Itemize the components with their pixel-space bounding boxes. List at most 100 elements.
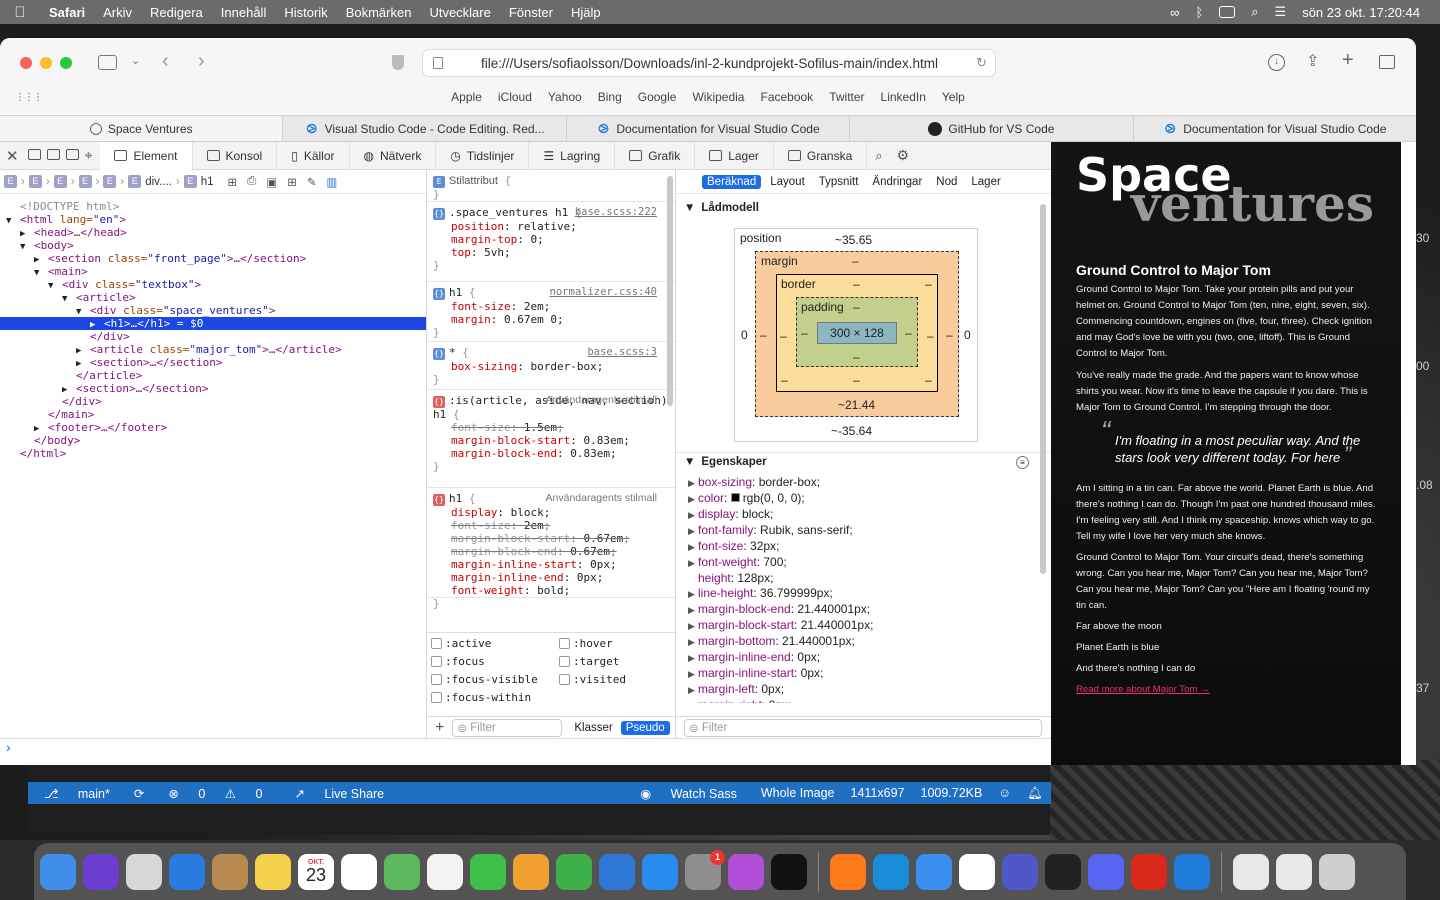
css-declaration[interactable]: font-size: 1.5em; <box>433 421 669 434</box>
pseudo-target[interactable]: :target <box>559 655 619 668</box>
expand-arrow-icon[interactable]: ▶ <box>688 524 698 539</box>
close-window-button[interactable] <box>20 57 32 69</box>
css-declaration[interactable]: margin-top: 0; <box>433 233 669 246</box>
css-declaration[interactable]: margin-block-start: 0.67em; <box>433 532 669 545</box>
dock-bottom-icon[interactable] <box>25 148 44 163</box>
image-kind[interactable]: Whole Image <box>753 786 843 800</box>
checkbox[interactable] <box>559 674 570 685</box>
pencil-icon[interactable]: ✎ <box>307 175 317 189</box>
trash-icon[interactable] <box>1319 853 1355 890</box>
breadcrumb-item-article[interactable]: E <box>103 175 117 188</box>
css-declaration[interactable]: font-size: 2em; <box>433 300 669 313</box>
rule-source-link[interactable]: base.scss:222 <box>575 206 657 218</box>
style-rule[interactable]: {}:is(article, aside, nav, section) h1 {… <box>427 390 675 488</box>
pseudo-focus-visible[interactable]: :focus-visible <box>431 673 538 686</box>
css-declaration[interactable]: margin-inline-end: 0px; <box>433 571 669 584</box>
computed-property[interactable]: ▶ margin-block-start: 21.440001px; <box>676 618 1051 634</box>
reload-icon[interactable]: ↻ <box>976 55 987 71</box>
breadcrumb-item-main[interactable]: E <box>53 175 67 188</box>
menu-historik[interactable]: Historik <box>275 5 336 20</box>
collapse-arrow-icon[interactable]: ▼ <box>48 280 62 293</box>
collapse-arrow-icon[interactable]: ▼ <box>20 241 34 254</box>
back-icon[interactable]: ‹ <box>162 50 169 73</box>
box-model-header[interactable]: ▼ Lådmodell <box>676 202 1051 214</box>
favorite-yahoo[interactable]: Yahoo <box>540 90 590 110</box>
dom-node[interactable]: ▶ <section>…</section> <box>0 382 426 395</box>
chrome-icon[interactable] <box>959 853 995 890</box>
expand-arrow-icon[interactable]: ▶ <box>688 603 698 618</box>
console-prompt[interactable]: › <box>0 738 1051 765</box>
favorite-linkedin[interactable]: LinkedIn <box>873 90 934 110</box>
computed-property[interactable]: ▶ color: rgb(0, 0, 0); <box>676 491 1051 507</box>
teams-icon[interactable] <box>1002 853 1038 890</box>
computed-scrollbar[interactable] <box>1040 204 1046 574</box>
menu-hjalp[interactable]: Hjälp <box>562 5 610 20</box>
github-icon[interactable] <box>1045 853 1081 890</box>
problems-indicator[interactable]: ⊗ 0 ⚠ 0 <box>152 786 278 801</box>
new-tab-icon[interactable]: + <box>1342 49 1354 72</box>
menu-innehall[interactable]: Innehåll <box>212 5 276 20</box>
podcasts-icon[interactable] <box>728 853 764 890</box>
dom-node[interactable]: ▼ <article> <box>0 291 426 304</box>
menu-arkiv[interactable]: Arkiv <box>94 5 141 20</box>
css-declaration[interactable]: margin-block-end: 0.83em; <box>433 447 669 460</box>
tab-andringar[interactable]: Ändringar <box>867 175 927 189</box>
toggle-details-icon[interactable]: ▥ <box>327 175 338 189</box>
tab-granska[interactable]: Granska <box>774 141 868 170</box>
git-branch[interactable]: ⎇ main* <box>28 786 126 801</box>
firefox-icon[interactable] <box>830 853 866 890</box>
favorite-facebook[interactable]: Facebook <box>752 90 821 110</box>
dom-node[interactable]: </article> <box>0 369 426 382</box>
menu-safari[interactable]: Safari <box>40 5 94 20</box>
photos-icon[interactable] <box>427 853 463 890</box>
notes-icon[interactable] <box>255 853 291 890</box>
contacts-icon[interactable] <box>212 853 248 890</box>
collapse-arrow-icon[interactable]: ▼ <box>76 306 90 319</box>
finder-icon[interactable] <box>40 853 76 890</box>
tab-tidslinjer[interactable]: ◷ Tidslinjer <box>436 141 530 170</box>
dom-node[interactable]: </main> <box>0 408 426 421</box>
breadcrumb-item-div[interactable]: div.... <box>145 176 172 188</box>
expand-arrow-icon[interactable]: ▶ <box>688 476 698 491</box>
privacy-shield-icon[interactable] <box>392 55 404 70</box>
detach-icon[interactable] <box>63 148 82 163</box>
appletv-icon[interactable] <box>771 853 807 890</box>
tab-typsnitt[interactable]: Typsnitt <box>814 175 864 189</box>
checkbox[interactable] <box>431 638 442 649</box>
tab-konsol[interactable]: Konsol <box>193 141 278 170</box>
dom-node[interactable]: </div> <box>0 330 426 343</box>
pseudo-hover[interactable]: :hover <box>559 637 613 650</box>
styles-scrollbar[interactable] <box>667 176 673 406</box>
tab-space-ventures[interactable]: Space Ventures <box>0 116 283 141</box>
numbers-icon[interactable] <box>556 853 592 890</box>
rule-source-link[interactable]: base.scss:3 <box>587 346 657 358</box>
tab-vscode-docs[interactable]: ⧁ Documentation for Visual Studio Code <box>565 116 849 141</box>
search-icon[interactable]: ⌕ <box>1251 4 1258 20</box>
computed-property[interactable]: ▶ font-family: Rubik, sans-serif; <box>676 523 1051 539</box>
tab-grafik[interactable]: Grafik <box>615 141 696 170</box>
watch-sass-button[interactable]: ◉ Watch Sass <box>624 786 753 801</box>
css-declaration[interactable]: margin-inline-start: 0px; <box>433 558 669 571</box>
menu-clock[interactable]: sön 23 okt. 17:20:44 <box>1302 5 1420 20</box>
tab-kallor[interactable]: ▯ Källor <box>277 141 350 170</box>
bell-icon[interactable]: 🔔︎ <box>1019 786 1051 801</box>
download-icon[interactable]: ↓ <box>1268 54 1285 71</box>
close-inspector-icon[interactable]: ✕ <box>0 147 25 165</box>
pseudo-active[interactable]: :active <box>431 637 491 650</box>
tab-vscode-docs-2[interactable]: ⧁ Documentation for Visual Studio Code <box>1132 116 1416 141</box>
favorite-icloud[interactable]: iCloud <box>490 90 540 110</box>
computed-property[interactable]: ▶ line-height: 36.799999px; <box>676 586 1051 602</box>
computed-property[interactable]: ▶ margin-bottom: 21.440001px; <box>676 634 1051 650</box>
computed-property[interactable]: ▶ box-sizing: border-box; <box>676 475 1051 491</box>
control-center-icon[interactable]: ☰ <box>1275 4 1287 20</box>
checkbox[interactable] <box>431 692 442 703</box>
print-icon[interactable]: ⎙ <box>247 175 256 188</box>
favorite-twitter[interactable]: Twitter <box>821 90 872 110</box>
breadcrumb-item-body[interactable]: E <box>28 175 42 188</box>
expand-arrow-icon[interactable]: ▶ <box>688 492 698 507</box>
computed-property[interactable]: ▶ font-size: 32px; <box>676 539 1051 555</box>
style-rule[interactable]: {} h1 {normalizer.css:40 font-size: 2em; ma… <box>427 282 675 342</box>
pseudo-button[interactable]: Pseudo <box>620 720 670 735</box>
css-declaration[interactable]: display: block; <box>433 506 669 519</box>
menu-redigera[interactable]: Redigera <box>141 5 212 20</box>
